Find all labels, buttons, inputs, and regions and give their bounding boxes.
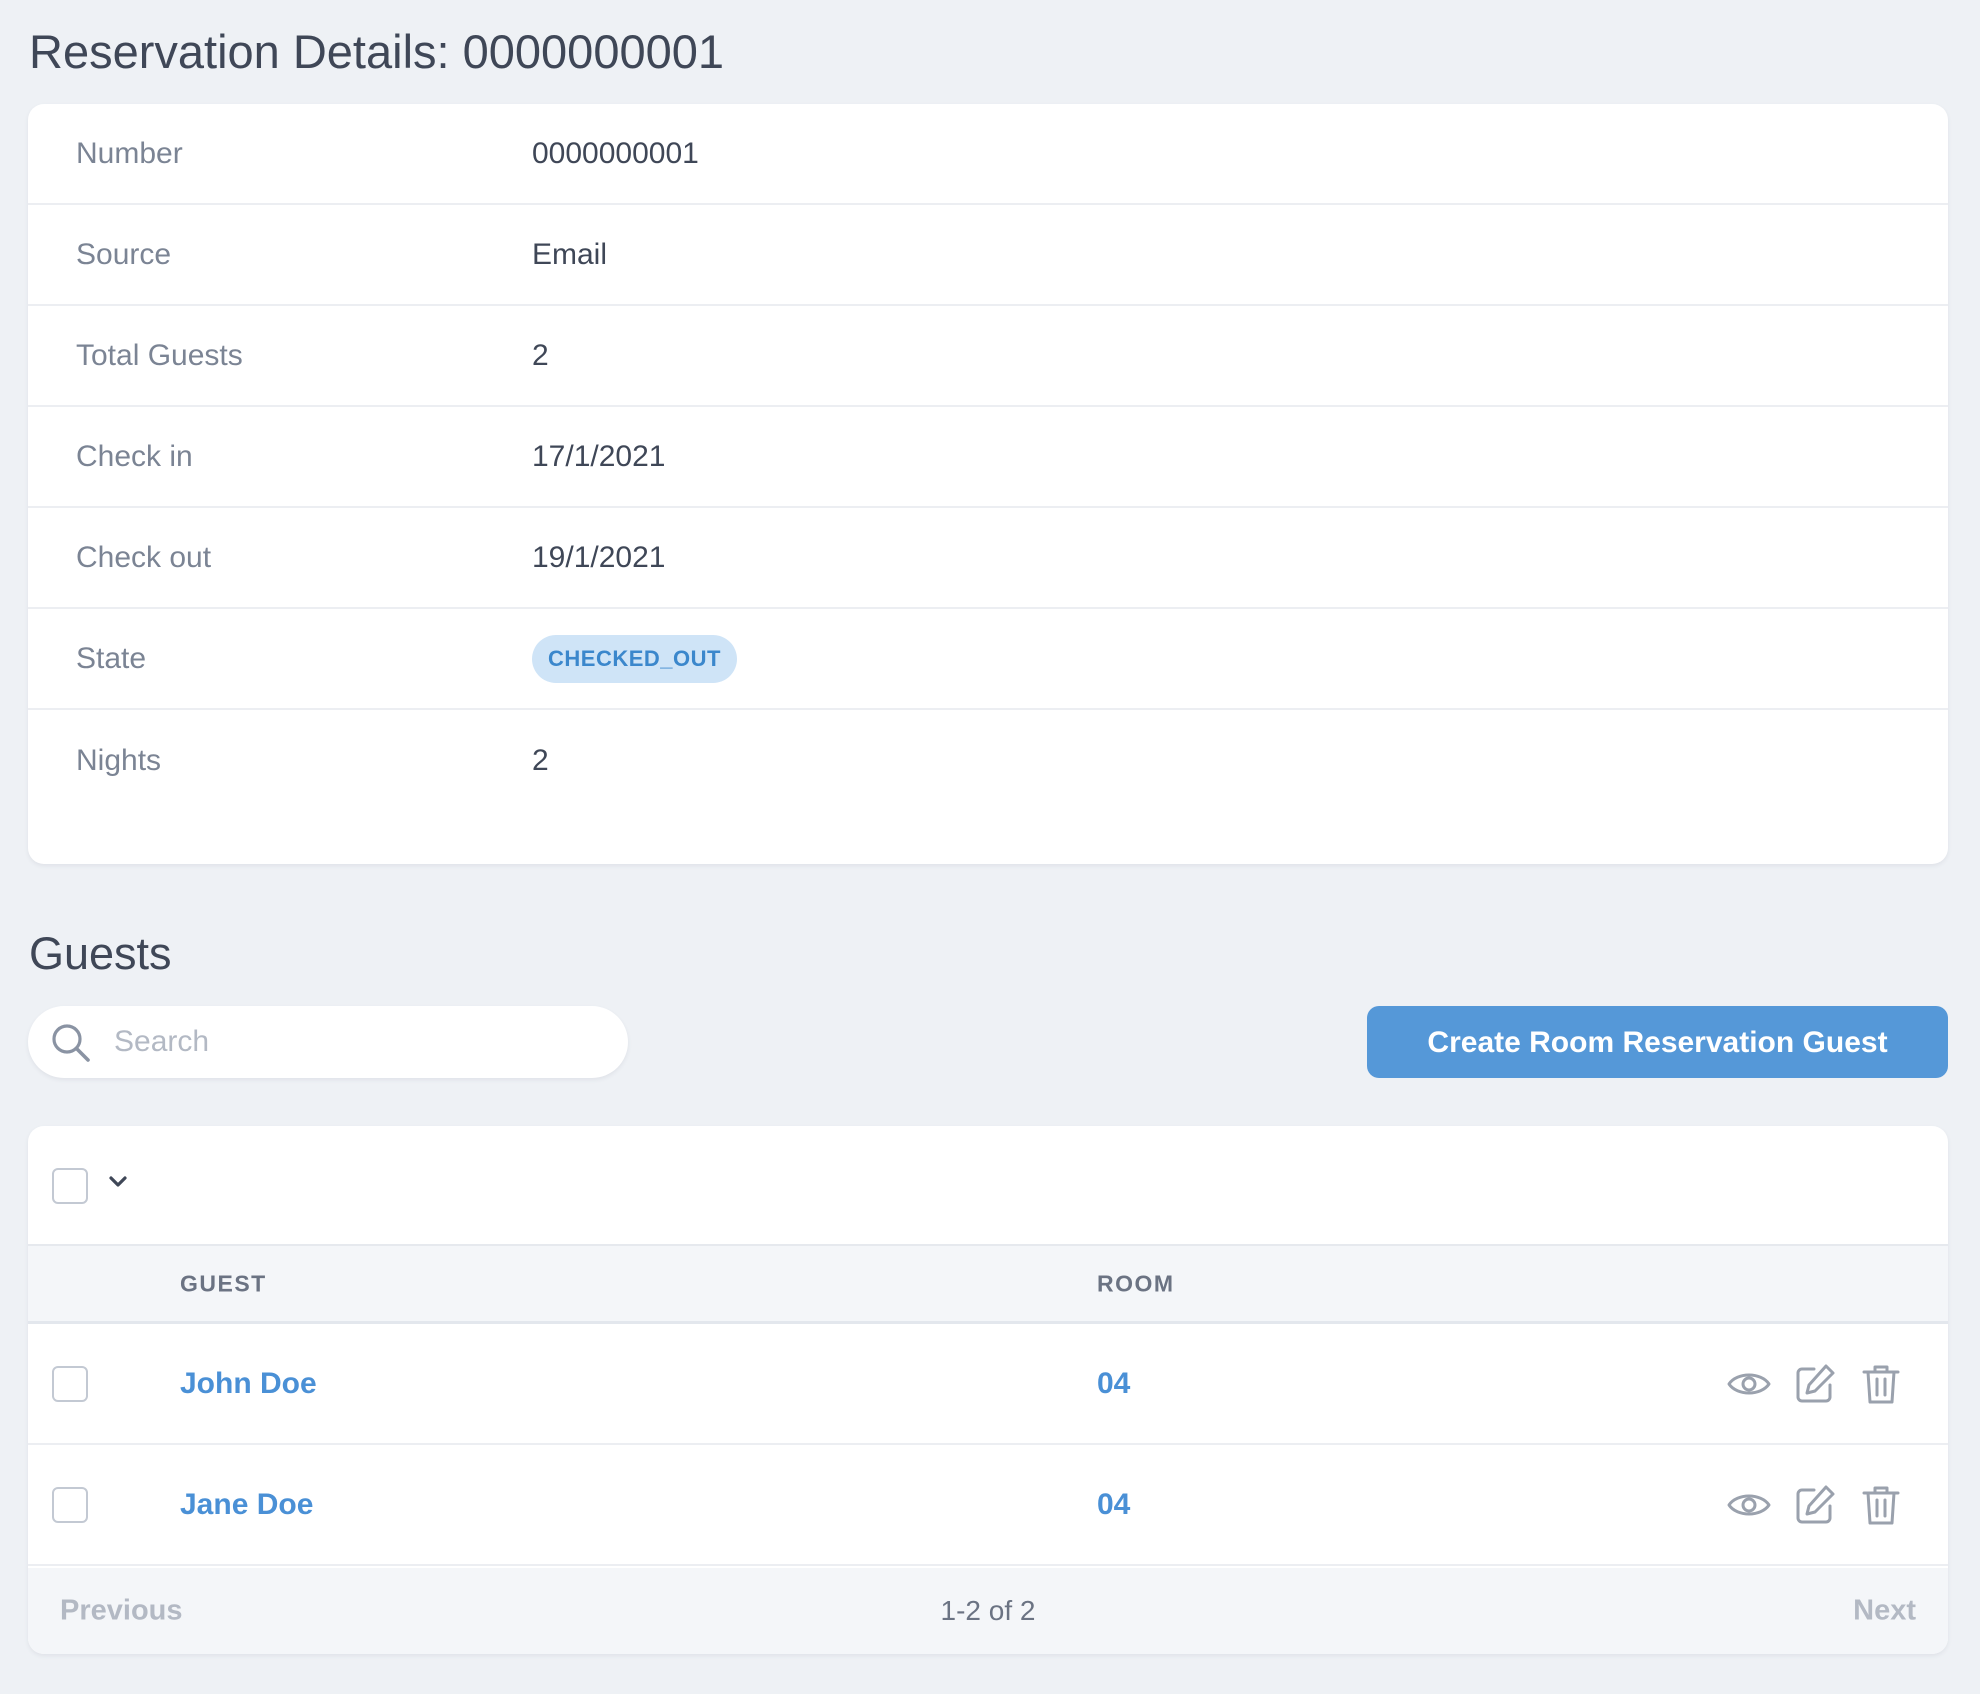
eye-icon[interactable] xyxy=(1726,1361,1772,1407)
detail-row-total-guests: Total Guests 2 xyxy=(28,306,1948,407)
trash-icon[interactable] xyxy=(1858,1361,1904,1407)
room-link[interactable]: 04 xyxy=(1097,1488,1130,1522)
room-link[interactable]: 04 xyxy=(1097,1367,1130,1401)
search-box xyxy=(28,1006,628,1078)
detail-value: Email xyxy=(532,237,608,271)
create-room-reservation-guest-button[interactable]: Create Room Reservation Guest xyxy=(1367,1006,1948,1078)
detail-label: Check in xyxy=(76,439,193,473)
guests-section-title: Guests xyxy=(29,928,172,979)
edit-icon[interactable] xyxy=(1792,1482,1838,1528)
detail-label: State xyxy=(76,641,147,675)
search-input[interactable] xyxy=(114,1006,604,1078)
edit-icon[interactable] xyxy=(1792,1361,1838,1407)
guest-name-link[interactable]: Jane Doe xyxy=(180,1488,313,1522)
reservation-details-card: Number 0000000001 Source Email Total Gue… xyxy=(28,104,1948,864)
table-row: John Doe 04 xyxy=(28,1324,1948,1445)
search-icon xyxy=(52,1024,90,1062)
detail-row-check-out: Check out 19/1/2021 xyxy=(28,508,1948,609)
row-checkbox[interactable] xyxy=(52,1366,88,1402)
detail-label: Number xyxy=(76,136,183,170)
pagination-status: 1-2 of 2 xyxy=(940,1595,1036,1626)
trash-icon[interactable] xyxy=(1858,1482,1904,1528)
detail-value: 19/1/2021 xyxy=(532,540,666,574)
detail-row-check-in: Check in 17/1/2021 xyxy=(28,407,1948,508)
previous-page-button[interactable]: Previous xyxy=(60,1595,183,1628)
table-toolbar xyxy=(28,1126,1948,1246)
page-title: Reservation Details: 0000000001 xyxy=(29,25,725,78)
detail-label: Nights xyxy=(76,743,162,777)
eye-icon[interactable] xyxy=(1726,1482,1772,1528)
column-header-room[interactable]: ROOM xyxy=(1097,1270,1175,1297)
row-checkbox[interactable] xyxy=(52,1487,88,1523)
table-row: Jane Doe 04 xyxy=(28,1445,1948,1566)
status-badge: CHECKED_OUT xyxy=(532,634,737,683)
detail-label: Source xyxy=(76,237,172,271)
next-page-button[interactable]: Next xyxy=(1853,1595,1916,1628)
detail-row-nights: Nights 2 xyxy=(28,710,1948,811)
detail-row-source: Source Email xyxy=(28,205,1948,306)
guest-name-link[interactable]: John Doe xyxy=(180,1367,317,1401)
detail-value: 2 xyxy=(532,743,549,777)
pagination: Previous 1-2 of 2 Next xyxy=(28,1568,1948,1654)
detail-label: Total Guests xyxy=(76,338,243,372)
select-all-checkbox[interactable] xyxy=(52,1168,88,1204)
detail-value: 17/1/2021 xyxy=(532,439,666,473)
guests-table: GUEST ROOM John Doe 04 Jane Doe 04 Previ… xyxy=(28,1126,1948,1654)
chevron-down-icon[interactable] xyxy=(106,1170,130,1194)
detail-value: 2 xyxy=(532,338,549,372)
detail-value: 0000000001 xyxy=(532,136,699,170)
detail-row-number: Number 0000000001 xyxy=(28,104,1948,205)
detail-label: Check out xyxy=(76,540,212,574)
detail-row-state: State CHECKED_OUT xyxy=(28,609,1948,710)
column-header-guest[interactable]: GUEST xyxy=(180,1270,267,1297)
table-header: GUEST ROOM xyxy=(28,1246,1948,1324)
